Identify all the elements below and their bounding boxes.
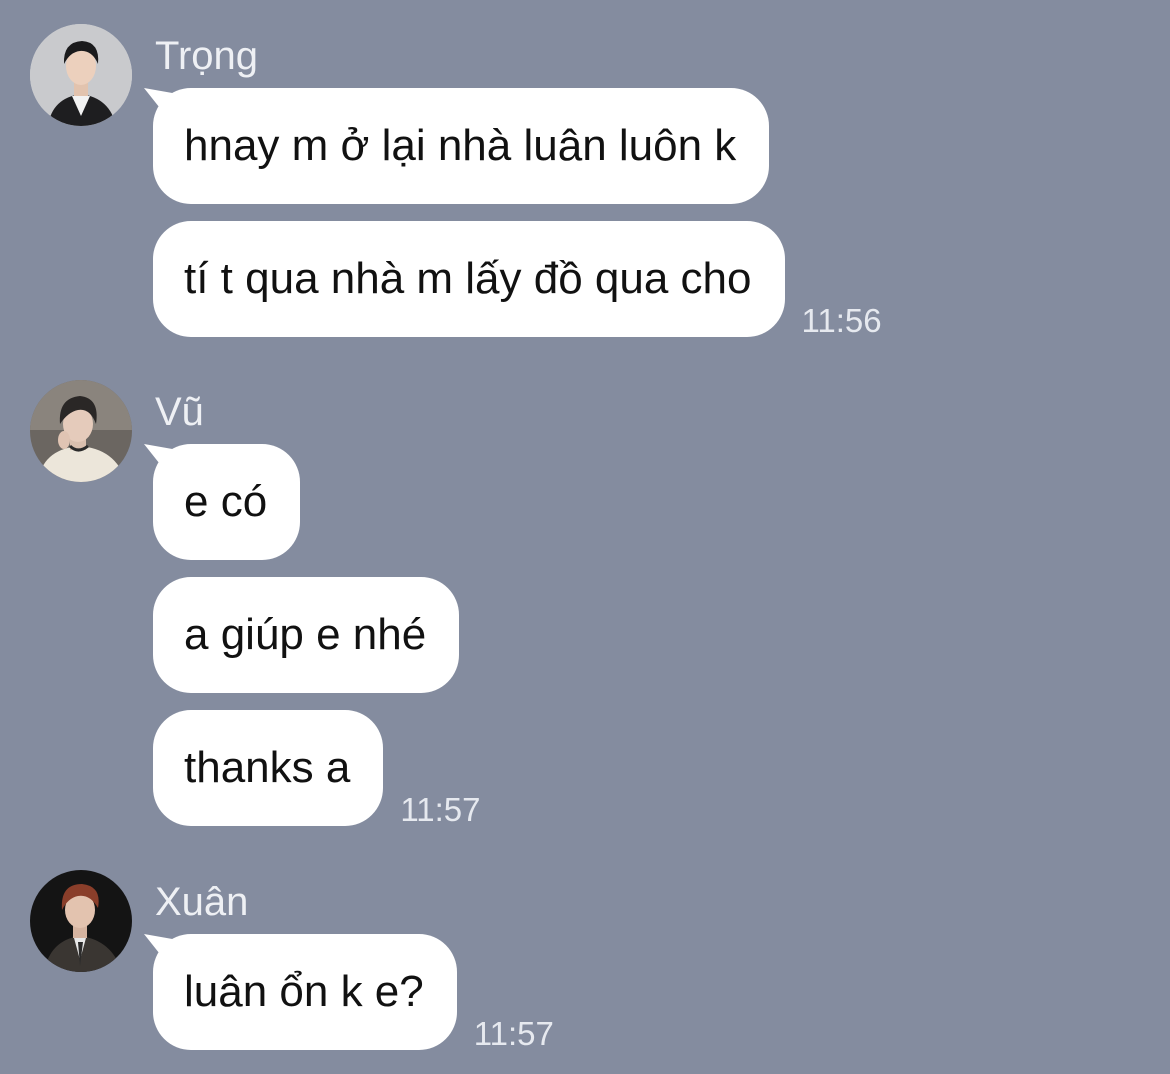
message-bubble[interactable]: e có (153, 444, 301, 560)
message-bubble[interactable]: thanks a (153, 710, 384, 826)
message-bubble[interactable]: tí t qua nhà m lấy đồ qua cho (153, 221, 785, 337)
sender-name: Vũ (155, 390, 204, 434)
avatar[interactable] (30, 380, 132, 482)
avatar-photo-icon (30, 380, 132, 482)
message-bubble[interactable]: a giúp e nhé (153, 577, 460, 693)
message-row: hnay m ở lại nhà luân luôn k (153, 88, 1133, 204)
message-row: thanks a 11:57 (153, 710, 1133, 828)
avatar[interactable] (30, 24, 132, 126)
chat-thread[interactable]: Trọng hnay m ở lại nhà luân luôn k tí t … (0, 0, 1170, 1074)
avatar-photo-icon (30, 24, 132, 126)
message-bubble[interactable]: luân ổn k e? (153, 934, 457, 1050)
message-timestamp: 11:56 (801, 302, 882, 339)
message-list: luân ổn k e? 11:57 (153, 934, 1133, 1067)
avatar-photo-icon (30, 870, 132, 972)
sender-name: Trọng (155, 34, 259, 78)
message-timestamp: 11:57 (473, 1015, 554, 1052)
message-row: luân ổn k e? 11:57 (153, 934, 1133, 1052)
message-list: hnay m ở lại nhà luân luôn k tí t qua nh… (153, 88, 1133, 354)
message-bubble[interactable]: hnay m ở lại nhà luân luôn k (153, 88, 770, 204)
message-list: e có a giúp e nhé thanks a 11:57 (153, 444, 1133, 843)
message-timestamp: 11:57 (400, 791, 481, 828)
message-row: tí t qua nhà m lấy đồ qua cho 11:56 (153, 221, 1133, 339)
avatar[interactable] (30, 870, 132, 972)
message-row: e có (153, 444, 1133, 560)
message-row: a giúp e nhé (153, 577, 1133, 693)
sender-name: Xuân (155, 880, 249, 924)
